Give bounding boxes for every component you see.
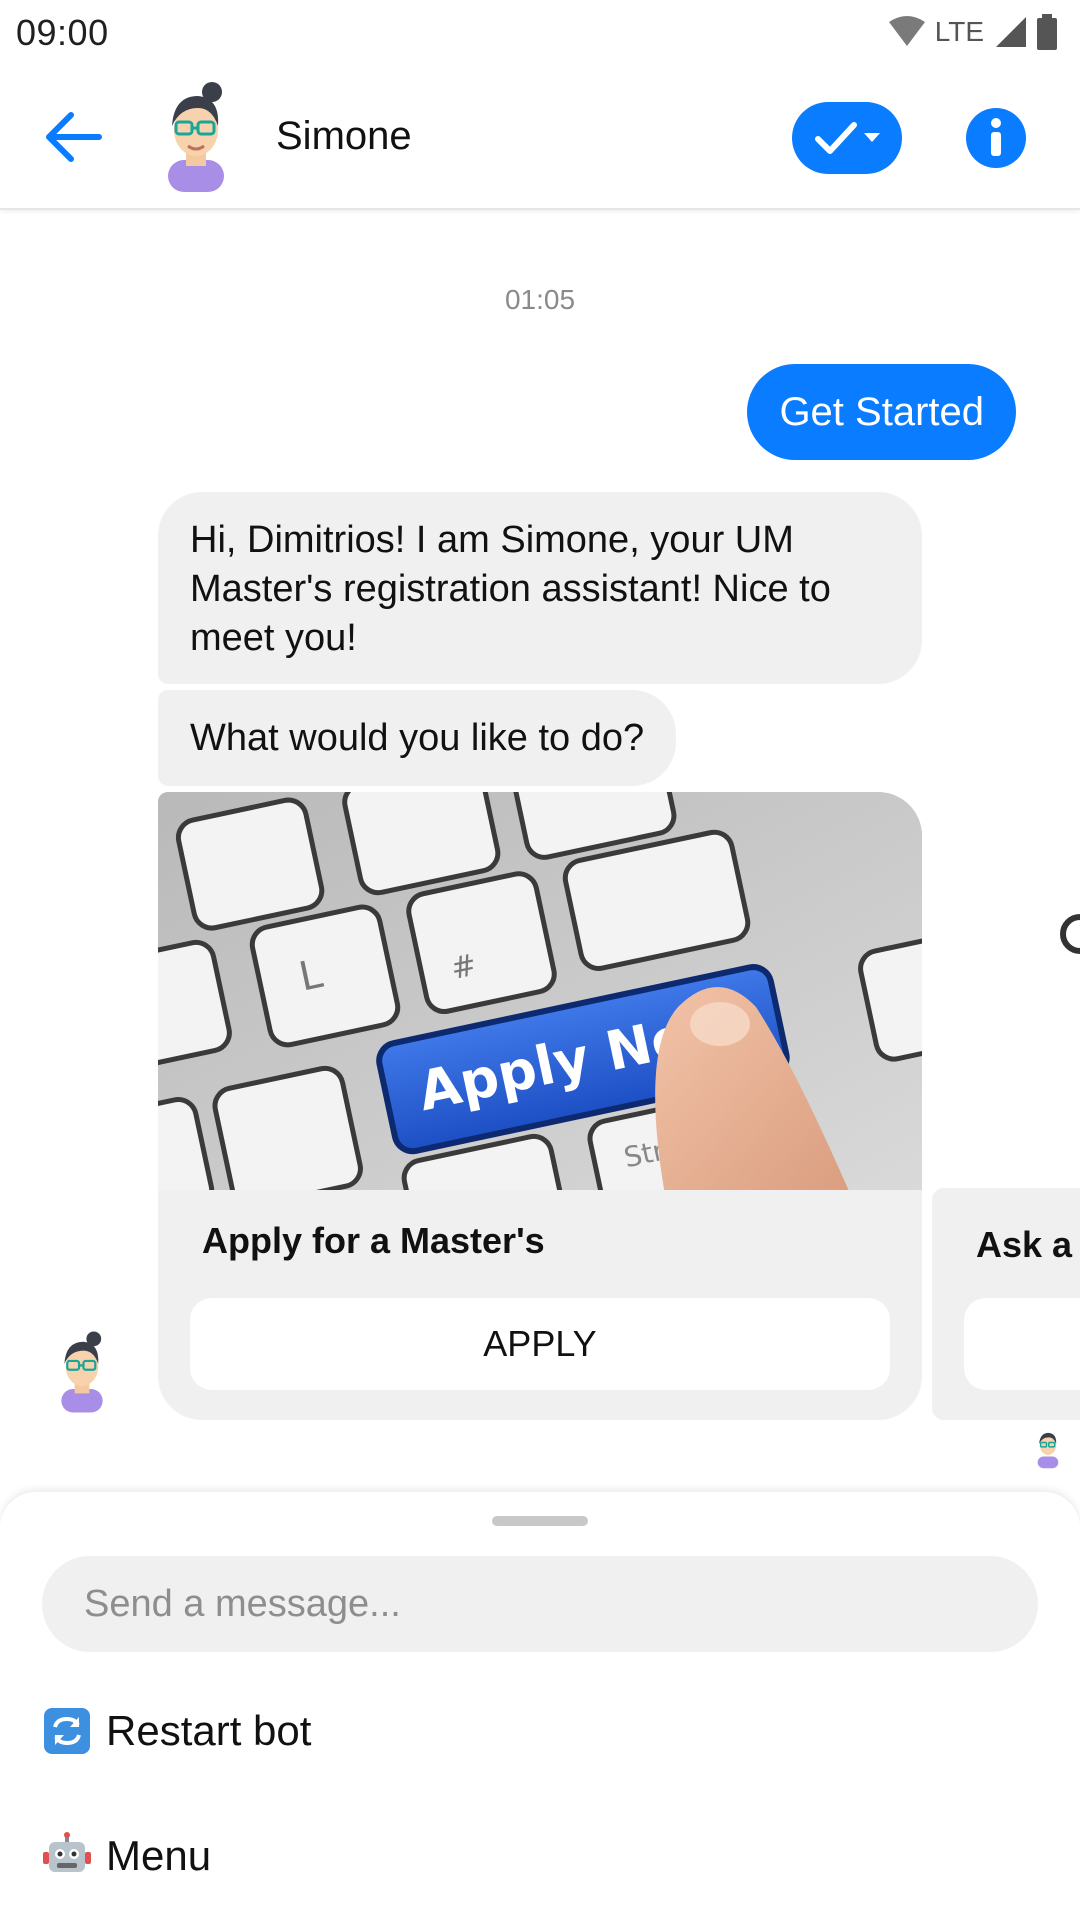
arrow-left-icon xyxy=(46,112,102,162)
card-image[interactable]: Apply Now L # Strg Fn xyxy=(158,792,922,1190)
status-dropdown-button[interactable] xyxy=(792,102,902,174)
battery-icon xyxy=(1037,14,1057,50)
contact-name[interactable]: Simone xyxy=(276,114,412,159)
carousel-card-next[interactable]: Ask a xyxy=(932,1188,1080,1420)
carousel-next-indicator[interactable] xyxy=(1060,914,1080,954)
chevron-down-icon xyxy=(864,133,880,142)
info-icon xyxy=(991,118,1001,156)
menu-label: Menu xyxy=(106,1832,212,1879)
robot-icon xyxy=(42,1831,92,1881)
message-input[interactable] xyxy=(42,1556,1038,1652)
apply-button[interactable]: APPLY xyxy=(190,1298,890,1390)
back-button[interactable] xyxy=(40,104,106,170)
carousel-card: Apply Now L # Strg Fn Apply for a Master… xyxy=(158,792,922,1420)
wifi-icon xyxy=(888,16,925,46)
info-button[interactable] xyxy=(966,108,1026,168)
sender-avatar xyxy=(61,1331,103,1413)
sheet-drag-handle[interactable] xyxy=(492,1516,588,1526)
outgoing-message[interactable]: Get Started xyxy=(747,364,1016,460)
restart-icon xyxy=(42,1706,92,1756)
incoming-message[interactable]: What would you like to do? xyxy=(158,690,677,786)
message-timestamp: 01:05 xyxy=(504,284,576,315)
signal-icon xyxy=(996,17,1026,47)
card-title: Ask a xyxy=(976,1224,1073,1265)
status-time: 09:00 xyxy=(16,12,109,53)
chat-header: Simone xyxy=(0,64,1080,210)
status-bar: 09:00 LTE xyxy=(0,0,1080,64)
card-title: Apply for a Master's xyxy=(202,1220,545,1261)
contact-avatar[interactable] xyxy=(158,82,234,192)
check-icon xyxy=(815,122,857,154)
incoming-message[interactable]: Hi, Dimitrios! I am Simone, your UM Mast… xyxy=(158,492,922,684)
seen-indicator-avatar xyxy=(1037,1432,1059,1469)
card-button[interactable] xyxy=(964,1298,1080,1390)
menu-item[interactable]: Menu xyxy=(42,1820,211,1892)
restart-bot-item[interactable]: Restart bot xyxy=(42,1695,311,1767)
status-icons: LTE xyxy=(887,14,1058,50)
restart-bot-label: Restart bot xyxy=(106,1707,312,1754)
network-label: LTE xyxy=(934,16,984,47)
